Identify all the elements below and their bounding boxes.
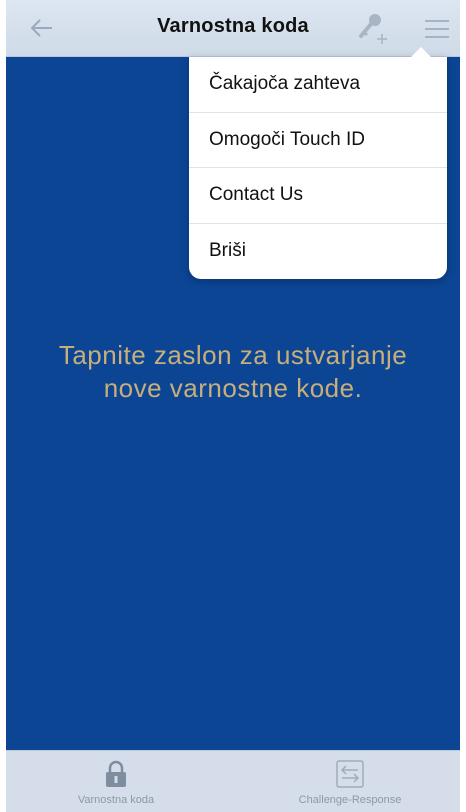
- header-bar: Varnostna koda: [6, 0, 460, 57]
- key-add-icon: [359, 14, 387, 44]
- menu-item-enable-touch-id[interactable]: Omogoči Touch ID: [189, 113, 447, 168]
- menu-button[interactable]: [418, 10, 456, 48]
- menu-item-contact-us[interactable]: Contact Us: [189, 168, 447, 224]
- tab-label: Varnostna koda: [77, 794, 155, 806]
- screen: Varnostna koda Link Tapnite zaslon za us…: [0, 0, 466, 812]
- tab-bar: Varnostna koda Challenge-Response: [6, 750, 460, 812]
- tab-security-code[interactable]: Varnostna koda: [26, 751, 206, 812]
- add-key-button[interactable]: [352, 8, 392, 48]
- dropdown-menu: Čakajoča zahteva Omogoči Touch ID Contac…: [189, 47, 447, 280]
- tap-instruction: Tapnite zaslon za ustvarjanje nove varno…: [58, 340, 408, 403]
- tab-challenge-response[interactable]: Challenge-Response: [260, 751, 440, 812]
- swap-arrows-icon: [335, 759, 365, 789]
- tab-label: Challenge-Response: [298, 794, 402, 806]
- lock-icon: [101, 759, 131, 789]
- menu-item-delete[interactable]: Briši: [189, 224, 447, 280]
- menu-item-pending-request[interactable]: Čakajoča zahteva: [189, 57, 447, 113]
- hamburger-menu-icon: [425, 20, 449, 38]
